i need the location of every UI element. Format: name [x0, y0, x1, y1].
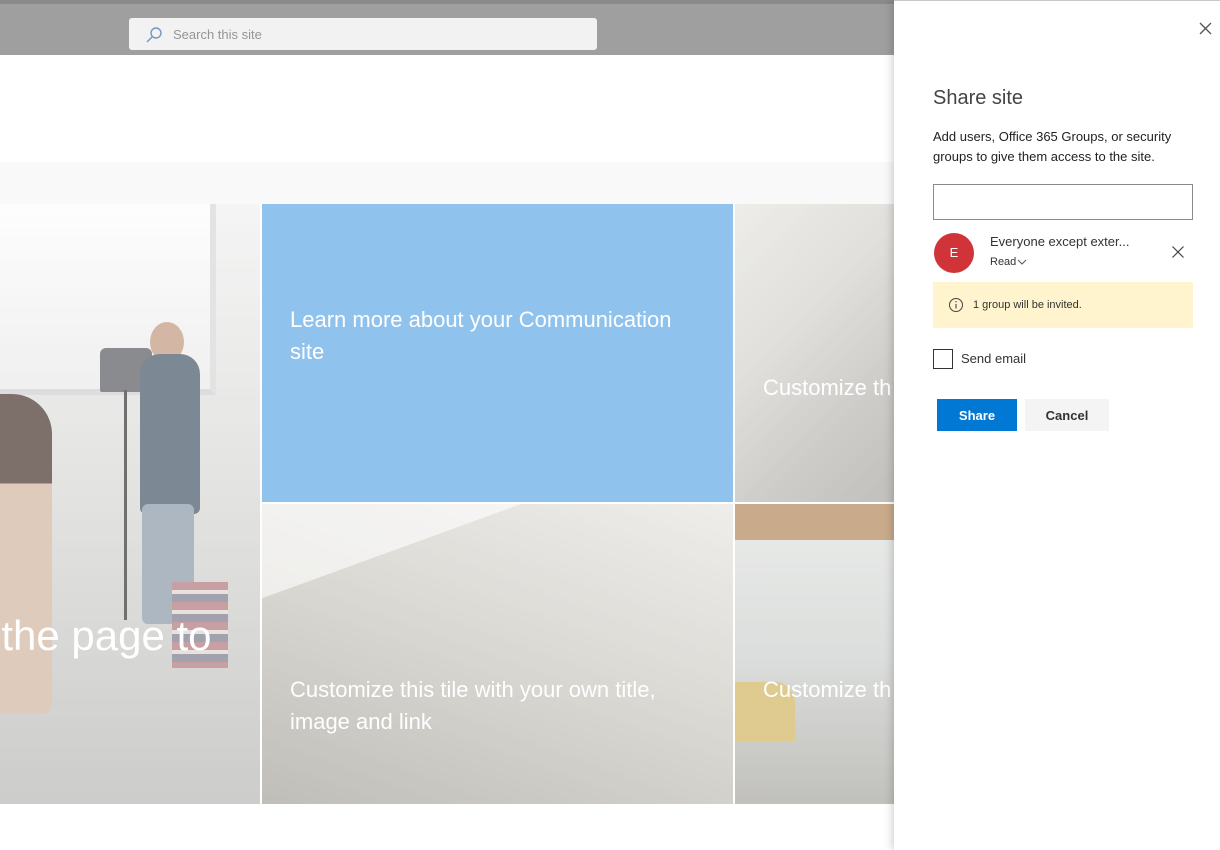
close-icon[interactable] [1196, 19, 1214, 37]
hero-tile-text: Learn more about your Communication site [290, 307, 672, 364]
persona-name: Everyone except exter... [990, 234, 1130, 249]
hero-tile-communication[interactable]: Learn more about your Communication site [262, 204, 733, 502]
send-email-label: Send email [961, 351, 1027, 366]
panel-description: Add users, Office 365 Groups, or securit… [933, 129, 1172, 164]
panel-title: Share site [933, 87, 1024, 109]
site-header [0, 55, 894, 162]
hero-tile-bottom-right[interactable]: Customize th image and lir [735, 504, 894, 804]
remove-icon[interactable] [1171, 245, 1185, 259]
info-icon [949, 298, 963, 312]
avatar: E [934, 233, 974, 273]
lamp-pole-image [124, 390, 127, 620]
send-email-checkbox[interactable] [933, 349, 953, 369]
header-band [0, 162, 894, 204]
man-body-image [140, 354, 200, 514]
hero-main-text: f the page to [0, 612, 212, 659]
share-site-panel: Share site Add users, Office 365 Groups,… [894, 0, 1220, 850]
hero-tile-text: Customize th image and lir [763, 375, 894, 400]
people-picker-input[interactable] [933, 184, 1193, 220]
hero-tile-top-right[interactable]: Customize th image and lir [735, 204, 894, 502]
share-button[interactable]: Share [937, 399, 1017, 431]
hero-tile-text: Customize this tile with your own title,… [290, 677, 656, 734]
persona-everyone-except-external: E Everyone except exter... Read [933, 231, 1193, 275]
search-icon [146, 27, 162, 43]
search-input[interactable]: Search this site [173, 27, 262, 42]
search-box[interactable]: Search this site [129, 18, 597, 50]
hero-tile-text: Customize th image and lir [763, 677, 894, 702]
woman-image [0, 394, 52, 714]
chevron-down-icon [1017, 259, 1027, 265]
info-message-text: 1 group will be invited. [973, 299, 1082, 311]
hero-tile-bottom-middle[interactable]: Customize this tile with your own title,… [262, 504, 733, 804]
hero-main-tile[interactable]: f the page to [0, 204, 260, 804]
permission-dropdown[interactable]: Read [990, 256, 1027, 268]
info-message-bar: 1 group will be invited. [933, 282, 1193, 328]
permission-label: Read [990, 256, 1017, 268]
cancel-button[interactable]: Cancel [1025, 399, 1109, 431]
hero-tiles: f the page to Learn more about your Comm… [0, 204, 894, 804]
